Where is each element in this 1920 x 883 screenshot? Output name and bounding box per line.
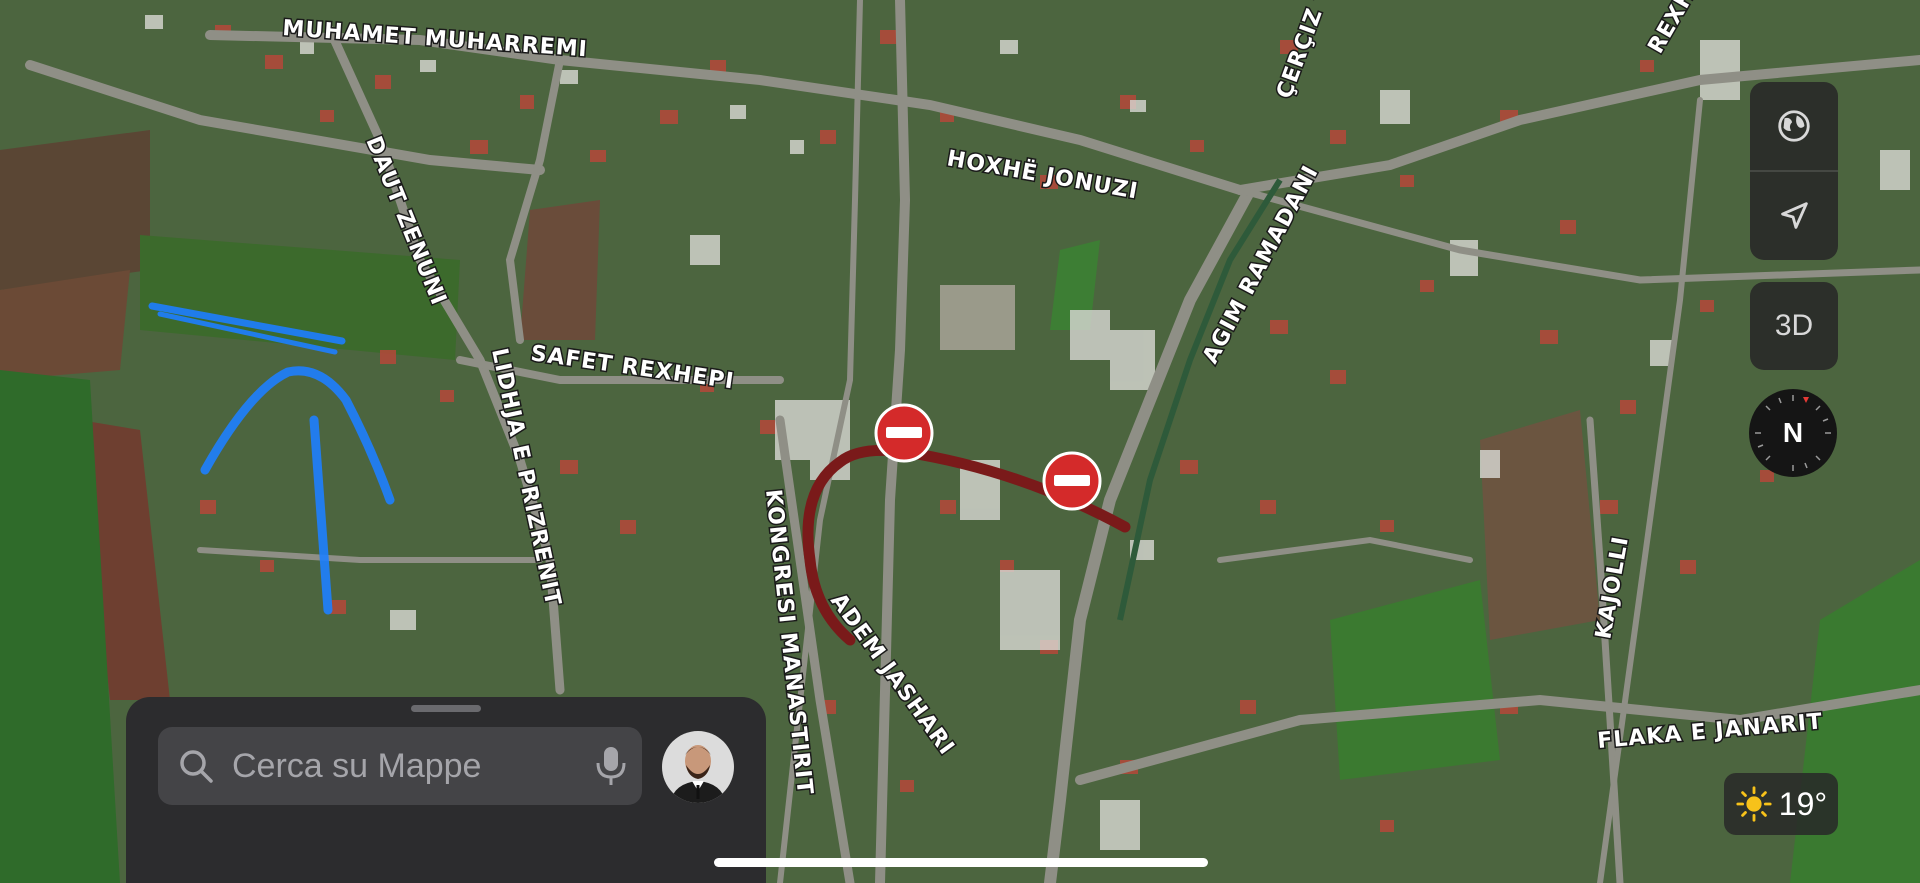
sheet-grabber[interactable] (411, 705, 481, 712)
search-icon (180, 750, 213, 783)
current-location-button[interactable] (1750, 172, 1838, 260)
3d-view-button[interactable]: 3D (1750, 282, 1838, 370)
field (1480, 410, 1600, 640)
no-entry-sign[interactable] (874, 403, 934, 463)
search-placeholder: Cerca su Mappe (232, 747, 482, 785)
plaza (940, 285, 1015, 350)
home-indicator[interactable] (714, 858, 1208, 867)
field (0, 130, 150, 290)
field (520, 200, 600, 340)
globe-icon (1778, 110, 1810, 142)
compass-north-label: N (1782, 417, 1804, 448)
location-arrow-icon (1781, 202, 1808, 229)
weather-widget[interactable]: 19° (1724, 773, 1838, 835)
search-input[interactable]: Cerca su Mappe (158, 727, 642, 805)
microphone-icon[interactable] (594, 745, 628, 787)
compass-button[interactable]: N (1749, 389, 1837, 477)
search-sheet: Cerca su Mappe (126, 697, 766, 883)
profile-photo (662, 731, 734, 803)
weather-temperature: 19° (1778, 785, 1828, 822)
avatar[interactable] (662, 731, 734, 803)
map-mode-button[interactable] (1750, 82, 1838, 170)
no-entry-sign[interactable] (1042, 451, 1102, 511)
map-controls (1750, 82, 1838, 260)
3d-label: 3D (1774, 309, 1814, 342)
sun-icon (1736, 786, 1772, 822)
